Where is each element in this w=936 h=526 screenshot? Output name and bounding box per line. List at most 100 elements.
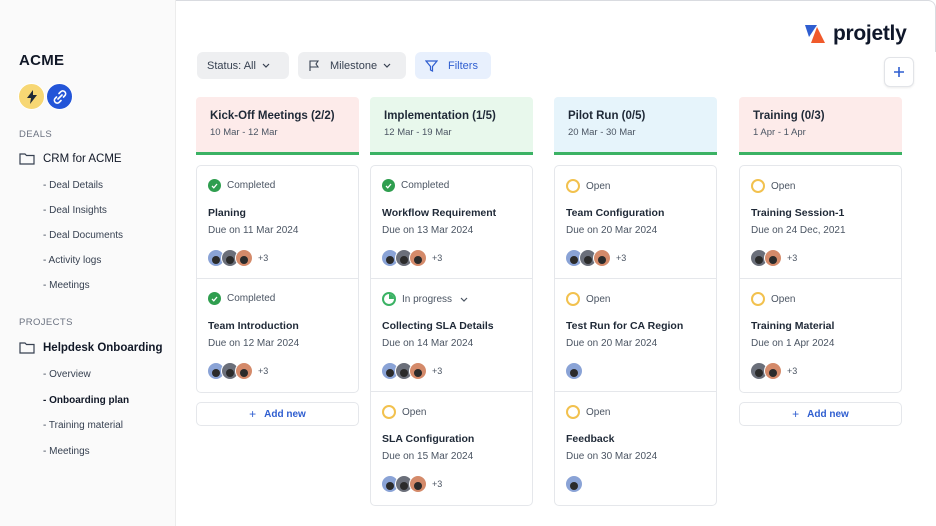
more-assignees-count[interactable]: +3: [432, 479, 442, 489]
board-column: Implementation (1/5) 12 Mar - 19 Mar Com…: [370, 97, 533, 506]
check-circle-icon: [382, 179, 395, 192]
add-new-task-button[interactable]: + Add new: [739, 402, 902, 426]
plus-icon: +: [792, 407, 800, 421]
link-icon[interactable]: [46, 83, 73, 110]
open-circle-icon: [382, 405, 396, 419]
add-column-button[interactable]: [884, 57, 914, 87]
column-date-range: 1 Apr - 1 Apr: [753, 127, 806, 138]
task-card[interactable]: Open Training Material Due on 1 Apr 2024…: [740, 279, 901, 392]
assignee-avatars: [565, 475, 588, 493]
workspace-switcher: [18, 83, 73, 110]
bolt-icon[interactable]: [18, 83, 45, 110]
add-new-label: Add new: [264, 408, 306, 420]
task-status-label: Completed: [227, 293, 276, 304]
column-header[interactable]: Pilot Run (0/5) 20 Mar - 30 Mar: [554, 97, 717, 155]
task-card[interactable]: In progress Collecting SLA Details Due o…: [371, 279, 532, 392]
task-card[interactable]: Completed Team Introduction Due on 12 Ma…: [197, 279, 358, 392]
sidebar-group-crm[interactable]: CRM for ACME: [19, 152, 122, 165]
more-assignees-count[interactable]: +3: [432, 253, 442, 263]
task-status[interactable]: Open: [751, 292, 795, 306]
sidebar: ACME DEALS CRM for ACME - Deal Details - …: [0, 0, 176, 526]
folder-icon: [19, 342, 35, 354]
sidebar-item[interactable]: - Deal Insights: [43, 205, 107, 216]
assignee-avatars: [565, 362, 588, 380]
sidebar-group-helpdesk[interactable]: Helpdesk Onboarding: [19, 341, 163, 354]
add-new-task-button[interactable]: + Add new: [196, 402, 359, 426]
column-title: Pilot Run (0/5): [568, 110, 646, 122]
task-status-label: Open: [771, 180, 796, 192]
milestone-dropdown[interactable]: Milestone: [298, 52, 406, 79]
task-status[interactable]: Completed: [208, 292, 275, 305]
more-assignees-count[interactable]: +3: [258, 253, 268, 263]
task-status-label: Completed: [227, 180, 276, 191]
task-status-label: Open: [771, 293, 796, 305]
more-assignees-count[interactable]: +3: [787, 253, 797, 263]
task-due-date: Due on 11 Mar 2024: [208, 225, 299, 236]
task-status[interactable]: Completed: [208, 179, 275, 192]
projects-section-label: PROJECTS: [19, 317, 73, 328]
app-window: ACME DEALS CRM for ACME - Deal Details - …: [0, 0, 936, 526]
task-status[interactable]: Open: [566, 292, 610, 306]
task-title: Planing: [208, 207, 246, 219]
column-header[interactable]: Kick-Off Meetings (2/2) 10 Mar - 12 Mar: [196, 97, 359, 155]
projetly-logo: projetly: [803, 22, 907, 46]
board-toolbar: Status: All Milestone Filters: [197, 52, 491, 79]
task-status[interactable]: Open: [751, 179, 795, 193]
task-status[interactable]: In progress: [382, 292, 468, 306]
task-card[interactable]: Open SLA Configuration Due on 15 Mar 202…: [371, 392, 532, 505]
task-status[interactable]: Open: [382, 405, 426, 419]
sidebar-group-label: Helpdesk Onboarding: [43, 341, 163, 354]
avatar[interactable]: [235, 249, 253, 267]
task-status[interactable]: Open: [566, 179, 610, 193]
assignee-avatars: +3: [565, 249, 626, 267]
task-due-date: Due on 30 Mar 2024: [566, 451, 658, 462]
task-status[interactable]: Open: [566, 405, 610, 419]
sidebar-item[interactable]: - Deal Documents: [43, 230, 123, 241]
sidebar-item[interactable]: - Deal Details: [43, 180, 103, 191]
avatar[interactable]: [565, 475, 583, 493]
avatar[interactable]: [764, 249, 782, 267]
more-assignees-count[interactable]: +3: [258, 366, 268, 376]
check-circle-icon: [208, 292, 221, 305]
task-due-date: Due on 20 Mar 2024: [566, 338, 658, 349]
chevron-down-icon: [383, 63, 391, 68]
more-assignees-count[interactable]: +3: [787, 366, 797, 376]
avatar[interactable]: [593, 249, 611, 267]
open-circle-icon: [566, 179, 580, 193]
sidebar-item[interactable]: - Training material: [43, 420, 123, 431]
filter-icon: [425, 59, 438, 72]
task-card[interactable]: Completed Workflow Requirement Due on 13…: [371, 166, 532, 279]
task-card[interactable]: Open Test Run for CA Region Due on 20 Ma…: [555, 279, 716, 392]
avatar[interactable]: [409, 362, 427, 380]
more-assignees-count[interactable]: +3: [616, 253, 626, 263]
avatar[interactable]: [235, 362, 253, 380]
avatar[interactable]: [764, 362, 782, 380]
avatar[interactable]: [409, 475, 427, 493]
filters-button[interactable]: Filters: [415, 52, 491, 79]
column-date-range: 10 Mar - 12 Mar: [210, 127, 278, 138]
add-new-label: Add new: [807, 408, 849, 420]
column-header[interactable]: Training (0/3) 1 Apr - 1 Apr: [739, 97, 902, 155]
task-status[interactable]: Completed: [382, 179, 449, 192]
chevron-down-icon[interactable]: [460, 297, 468, 302]
sidebar-item[interactable]: - Overview: [43, 369, 91, 380]
task-card[interactable]: Open Feedback Due on 30 Mar 2024: [555, 392, 716, 505]
task-due-date: Due on 24 Dec, 2021: [751, 225, 846, 236]
sidebar-item[interactable]: - Meetings: [43, 280, 90, 291]
more-assignees-count[interactable]: +3: [432, 366, 442, 376]
task-due-date: Due on 15 Mar 2024: [382, 451, 474, 462]
task-card[interactable]: Open Training Session-1 Due on 24 Dec, 2…: [740, 166, 901, 279]
task-card[interactable]: Completed Planing Due on 11 Mar 2024 +3: [197, 166, 358, 279]
sidebar-item[interactable]: - Onboarding plan: [43, 395, 129, 406]
avatar[interactable]: [409, 249, 427, 267]
task-due-date: Due on 20 Mar 2024: [566, 225, 658, 236]
task-card[interactable]: Open Team Configuration Due on 20 Mar 20…: [555, 166, 716, 279]
card-list: Open Team Configuration Due on 20 Mar 20…: [554, 165, 717, 506]
task-status-label: Completed: [401, 180, 450, 191]
sidebar-item[interactable]: - Meetings: [43, 446, 90, 457]
sidebar-item[interactable]: - Activity logs: [43, 255, 101, 266]
column-header[interactable]: Implementation (1/5) 12 Mar - 19 Mar: [370, 97, 533, 155]
column-title: Training (0/3): [753, 110, 825, 122]
status-filter-dropdown[interactable]: Status: All: [197, 52, 289, 79]
avatar[interactable]: [565, 362, 583, 380]
